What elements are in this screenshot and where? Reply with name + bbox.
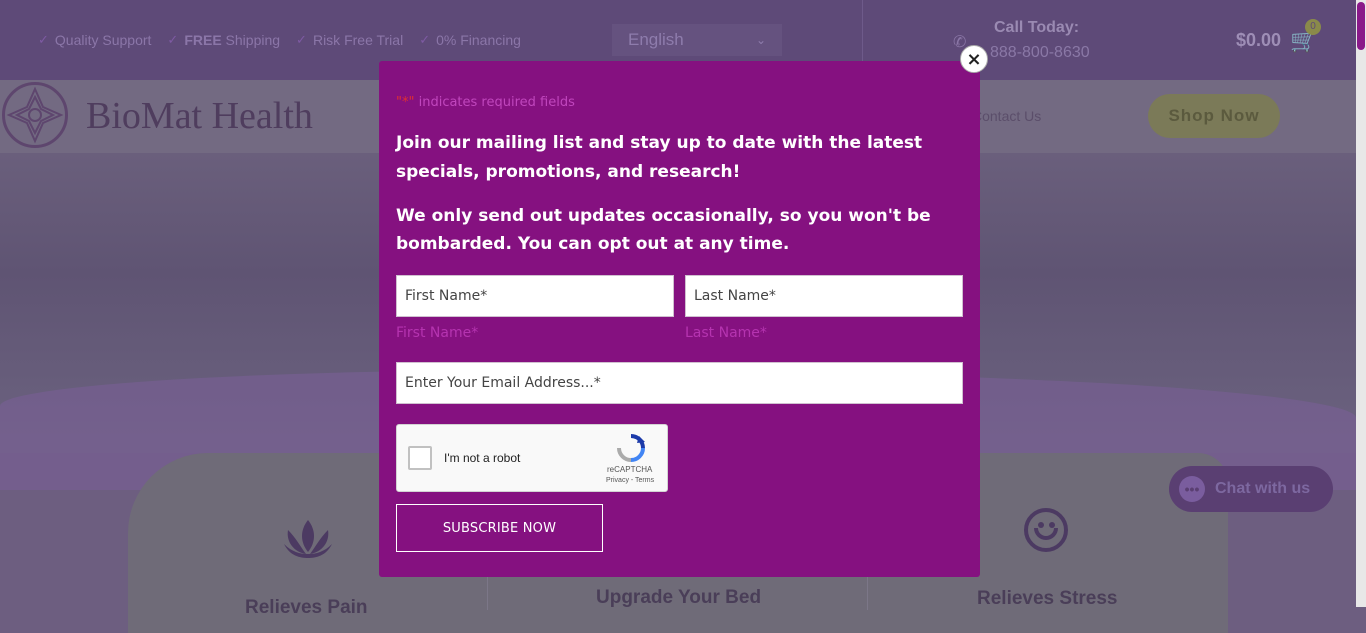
check-icon: ✓ — [38, 32, 49, 47]
scrollbar-thumb[interactable] — [1357, 2, 1365, 50]
cart-count-badge: 0 — [1305, 19, 1321, 35]
required-note-text: indicates required fields — [414, 95, 575, 110]
perks-list: ✓ Quality Support ✓ FREE Shipping ✓ Risk… — [38, 32, 521, 48]
email-input[interactable] — [396, 362, 963, 404]
first-name-input[interactable] — [396, 275, 674, 317]
feature-relieves-pain: Relieves Pain — [245, 597, 368, 618]
last-name-label: Last Name* — [685, 325, 767, 341]
modal-heading: Join our mailing list and stay up to dat… — [396, 133, 923, 182]
recaptcha-brand: reCAPTCHA — [607, 465, 653, 474]
recaptcha-widget: I'm not a robot reCAPTCHA Privacy - Term… — [396, 424, 668, 492]
language-select[interactable]: English ⌄ — [612, 24, 782, 56]
chat-bubble-icon: ••• — [1179, 476, 1205, 502]
chevron-down-icon: ⌄ — [755, 33, 766, 47]
recaptcha-logo-icon — [615, 433, 647, 467]
logo-text[interactable]: BioMat Health — [86, 94, 313, 138]
nav-contact-us[interactable]: Contact Us — [972, 108, 1041, 124]
page-scrollbar[interactable] — [1356, 0, 1366, 607]
perk-label: Shipping — [221, 32, 281, 48]
perk-bold: FREE — [184, 32, 222, 48]
required-fields-note: "*" indicates required fields — [396, 95, 575, 110]
required-asterisk: "*" — [396, 95, 415, 110]
phone-number[interactable]: 888-800-8630 — [990, 44, 1090, 62]
cart-total[interactable]: $0.00 — [1236, 30, 1281, 51]
chat-label: Chat with us — [1215, 480, 1311, 497]
logo-icon[interactable] — [2, 82, 68, 148]
call-label: Call Today: — [994, 19, 1080, 36]
subscribe-button[interactable]: SUBSCRIBE NOW — [396, 504, 603, 552]
feature-upgrade-bed: Upgrade Your Bed — [596, 587, 762, 608]
language-value: English — [628, 30, 684, 49]
recaptcha-checkbox[interactable] — [408, 446, 432, 470]
chat-widget-button[interactable]: ••• Chat with us — [1169, 466, 1333, 512]
check-icon: ✓ — [167, 32, 179, 47]
close-icon[interactable]: × — [960, 45, 988, 73]
newsletter-modal: "*" indicates required fields Join our m… — [379, 61, 980, 577]
check-icon: ✓ — [419, 32, 431, 47]
first-name-label: First Name* — [396, 325, 479, 341]
modal-subheading: We only send out updates occasionally, s… — [396, 206, 931, 254]
perk-label: Quality Support — [54, 32, 152, 48]
perk-label: Risk Free Trial — [312, 32, 404, 48]
perk-quality-support: ✓ Quality Support — [38, 32, 151, 48]
perk-free-shipping: ✓ FREE Shipping — [167, 32, 280, 48]
perk-risk-free-trial: ✓ Risk Free Trial — [296, 32, 403, 48]
lotus-icon — [282, 516, 334, 565]
shop-now-button[interactable]: Shop Now — [1148, 94, 1280, 138]
recaptcha-label: I'm not a robot — [444, 451, 521, 465]
recaptcha-privacy-terms[interactable]: Privacy - Terms — [606, 477, 654, 484]
perk-financing: ✓ 0% Financing — [419, 32, 521, 48]
last-name-input[interactable] — [685, 275, 963, 317]
perk-label: 0% Financing — [436, 32, 521, 48]
check-icon: ✓ — [296, 32, 307, 47]
